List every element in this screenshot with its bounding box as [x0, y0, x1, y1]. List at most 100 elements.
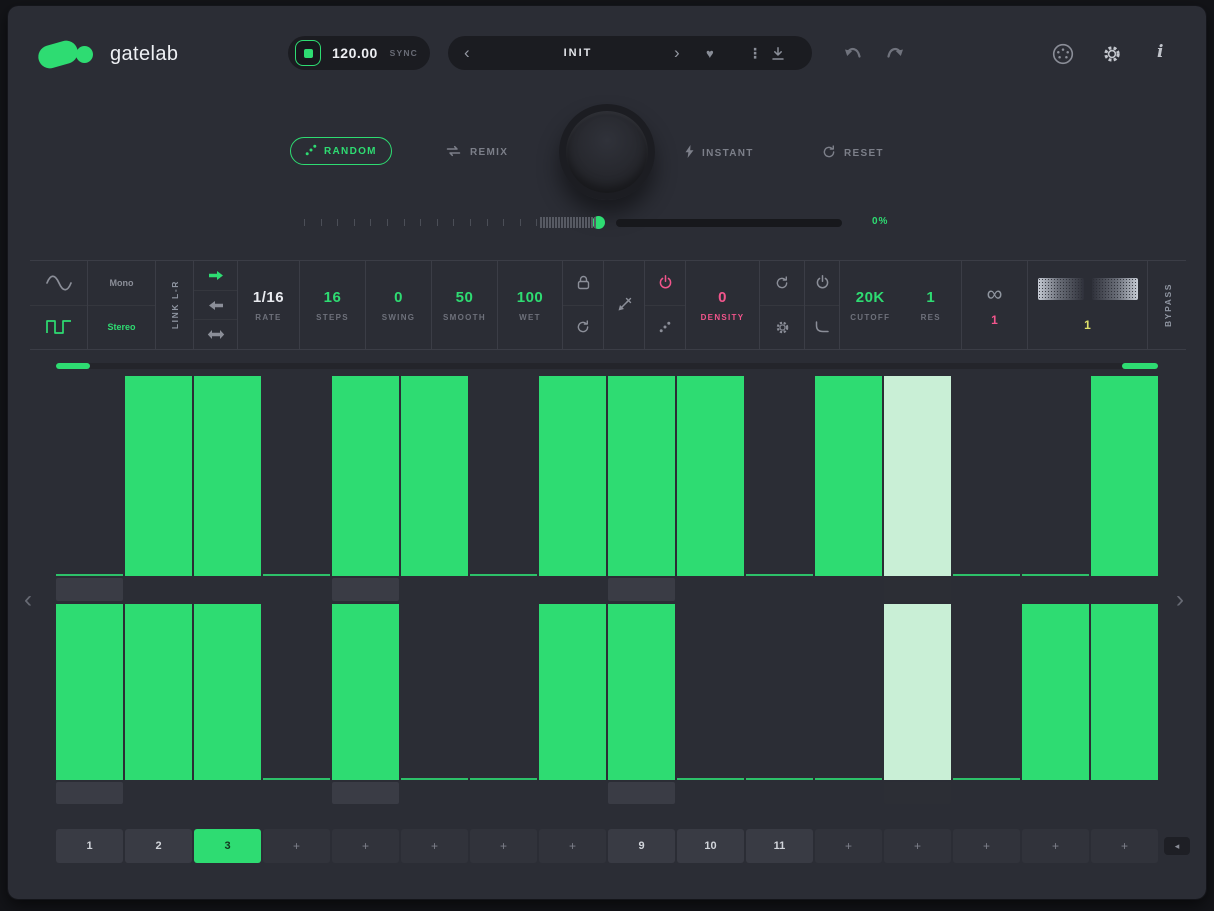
step-offset-handle-7[interactable] — [470, 782, 537, 804]
right-channel-step-11[interactable] — [746, 604, 813, 780]
wet-control[interactable]: 100 WET — [498, 261, 563, 349]
step-offset-handle-12[interactable] — [815, 578, 882, 601]
step-offset-handle-9[interactable] — [608, 578, 675, 601]
pattern-slot-7[interactable]: + — [470, 829, 537, 863]
texture-swatch-right[interactable] — [1092, 278, 1138, 300]
step-offset-handle-13[interactable] — [884, 578, 951, 601]
settings-gear-icon[interactable] — [1102, 44, 1122, 64]
step-offset-handle-3[interactable] — [194, 782, 261, 804]
direction-forward-button[interactable] — [194, 261, 237, 290]
step-offset-handle-11[interactable] — [746, 782, 813, 804]
stereo-button[interactable]: Stereo — [88, 305, 155, 350]
step-offset-handle-8[interactable] — [539, 782, 606, 804]
filter-gear-icon[interactable] — [760, 305, 804, 350]
pattern-slot-13[interactable]: + — [884, 829, 951, 863]
right-channel-step-1[interactable] — [56, 604, 123, 780]
remix-button[interactable]: REMIX — [445, 145, 508, 160]
mono-button[interactable]: Mono — [88, 261, 155, 305]
step-offset-handle-16[interactable] — [1091, 578, 1158, 601]
pattern-slot-1[interactable]: 1 — [56, 829, 123, 863]
random-button[interactable]: RANDOM — [290, 137, 392, 165]
left-channel-step-5[interactable] — [332, 376, 399, 576]
pattern-slot-3[interactable]: 3 — [194, 829, 261, 863]
range-start-handle[interactable] — [56, 363, 90, 369]
step-offset-handle-8[interactable] — [539, 578, 606, 601]
step-offset-handle-16[interactable] — [1091, 782, 1158, 804]
direction-pingpong-button[interactable] — [194, 319, 237, 349]
cycle-icon[interactable] — [563, 305, 603, 350]
swing-control[interactable]: 0 SWING — [366, 261, 432, 349]
right-channel-step-12[interactable] — [815, 604, 882, 780]
left-channel-step-4[interactable] — [263, 376, 330, 576]
step-offset-handle-1[interactable] — [56, 578, 123, 601]
left-channel-step-9[interactable] — [608, 376, 675, 576]
midi-icon[interactable] — [1052, 43, 1074, 65]
pattern-collapse-button[interactable]: ◂ — [1164, 837, 1190, 855]
right-channel-step-16[interactable] — [1091, 604, 1158, 780]
step-offset-handle-2[interactable] — [125, 782, 192, 804]
right-channel-step-13[interactable] — [884, 604, 951, 780]
left-channel-step-6[interactable] — [401, 376, 468, 576]
step-offset-handle-13[interactable] — [884, 782, 951, 804]
left-channel-step-2[interactable] — [125, 376, 192, 576]
smooth-control[interactable]: 50 SMOOTH — [432, 261, 498, 349]
left-channel-step-7[interactable] — [470, 376, 537, 576]
density-power-icon[interactable] — [645, 261, 685, 305]
pattern-slot-12[interactable]: + — [815, 829, 882, 863]
right-channel-step-7[interactable] — [470, 604, 537, 780]
left-channel-step-12[interactable] — [815, 376, 882, 576]
filter-power-icon[interactable] — [805, 261, 839, 305]
step-offset-handle-6[interactable] — [401, 782, 468, 804]
texture-swatch-left[interactable] — [1038, 278, 1084, 300]
bpm-display[interactable]: 120.00 — [332, 36, 378, 70]
step-offset-handle-4[interactable] — [263, 578, 330, 601]
right-channel-step-9[interactable] — [608, 604, 675, 780]
info-icon[interactable]: i — [1157, 42, 1163, 62]
range-end-handle[interactable] — [1122, 363, 1158, 369]
pattern-slot-9[interactable]: 9 — [608, 829, 675, 863]
lock-icon[interactable] — [563, 261, 603, 305]
cutoff-control[interactable]: 20K CUTOFF — [840, 289, 901, 322]
pattern-slot-16[interactable]: + — [1091, 829, 1158, 863]
step-offset-handle-2[interactable] — [125, 578, 192, 601]
right-channel-step-6[interactable] — [401, 604, 468, 780]
prev-variation-chevron[interactable]: ‹ — [24, 588, 32, 612]
loop-cell[interactable]: ∞ 1 — [962, 261, 1028, 349]
step-offset-handle-10[interactable] — [677, 782, 744, 804]
step-offset-handle-1[interactable] — [56, 782, 123, 804]
steps-control[interactable]: 16 STEPS — [300, 261, 366, 349]
density-control[interactable]: 0 DENSITY — [686, 261, 760, 349]
redo-icon[interactable] — [884, 46, 904, 60]
step-offset-handle-3[interactable] — [194, 578, 261, 601]
sine-shape-button[interactable] — [30, 261, 87, 305]
right-channel-step-4[interactable] — [263, 604, 330, 780]
square-shape-button[interactable] — [30, 305, 87, 350]
left-channel-step-11[interactable] — [746, 376, 813, 576]
stop-button[interactable] — [295, 40, 321, 66]
right-channel-step-2[interactable] — [125, 604, 192, 780]
right-channel-step-8[interactable] — [539, 604, 606, 780]
left-channel-step-3[interactable] — [194, 376, 261, 576]
right-channel-step-14[interactable] — [953, 604, 1020, 780]
step-offset-handle-7[interactable] — [470, 578, 537, 601]
left-channel-step-8[interactable] — [539, 376, 606, 576]
randomize-knob[interactable] — [559, 104, 655, 200]
preset-menu-icon[interactable]: ⋮ — [748, 36, 762, 70]
step-offset-handle-14[interactable] — [953, 578, 1020, 601]
next-preset-button[interactable]: › — [674, 37, 680, 69]
resonance-control[interactable]: 1 RES — [901, 289, 962, 322]
pattern-slot-8[interactable]: + — [539, 829, 606, 863]
right-channel-step-3[interactable] — [194, 604, 261, 780]
step-offset-handle-14[interactable] — [953, 782, 1020, 804]
link-lr-toggle[interactable]: LINK L-R — [156, 261, 194, 349]
pattern-slot-2[interactable]: 2 — [125, 829, 192, 863]
direction-backward-button[interactable] — [194, 290, 237, 320]
randomize-amount-slider[interactable] — [290, 212, 890, 234]
step-offset-handle-6[interactable] — [401, 578, 468, 601]
preset-name[interactable]: INIT — [478, 36, 678, 70]
right-channel-step-15[interactable] — [1022, 604, 1089, 780]
filter-slope-icon[interactable] — [805, 305, 839, 350]
left-channel-step-16[interactable] — [1091, 376, 1158, 576]
step-offset-handle-11[interactable] — [746, 578, 813, 601]
bypass-toggle[interactable]: BYPASS — [1148, 261, 1188, 349]
